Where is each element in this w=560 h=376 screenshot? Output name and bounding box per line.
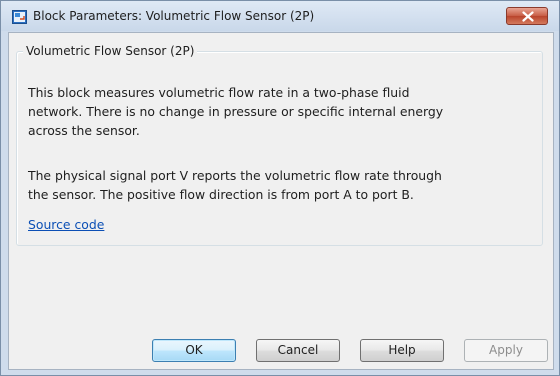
description-line: The physical signal port V reports the v… xyxy=(28,168,442,183)
description-line: This block measures volumetric flow rate… xyxy=(28,85,410,100)
window-title: Block Parameters: Volumetric Flow Sensor… xyxy=(33,9,315,23)
description-paragraph-2: The physical signal port V reports the v… xyxy=(28,166,442,204)
title-bar[interactable]: Block Parameters: Volumetric Flow Sensor… xyxy=(1,1,559,31)
description-line: across the sensor. xyxy=(28,123,140,138)
ok-button[interactable]: OK xyxy=(152,339,236,362)
group-title: Volumetric Flow Sensor (2P) xyxy=(23,44,198,58)
dialog-body: Volumetric Flow Sensor (2P) This block m… xyxy=(8,32,554,370)
description-line: the sensor. The positive flow direction … xyxy=(28,187,414,202)
close-icon xyxy=(522,11,534,22)
source-code-link[interactable]: Source code xyxy=(28,217,104,232)
help-button[interactable]: Help xyxy=(360,339,444,362)
close-button[interactable] xyxy=(506,7,548,25)
apply-button[interactable]: Apply xyxy=(464,339,548,362)
simulink-block-icon xyxy=(12,10,27,24)
description-paragraph-1: This block measures volumetric flow rate… xyxy=(28,83,443,140)
description-line: network. There is no change in pressure … xyxy=(28,104,444,119)
cancel-button[interactable]: Cancel xyxy=(256,339,340,362)
dialog-window: Block Parameters: Volumetric Flow Sensor… xyxy=(0,0,560,376)
